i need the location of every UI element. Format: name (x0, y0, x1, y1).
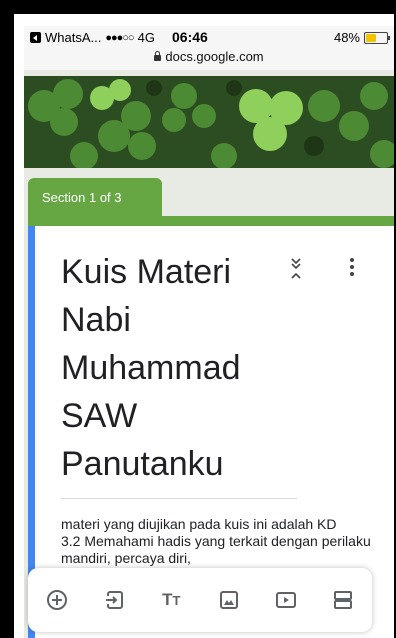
network-type: 4G (137, 30, 155, 45)
signal-strength-icon: ●●●○○ (105, 31, 134, 44)
battery-percent: 48% (333, 30, 360, 45)
status-bar: WhatsA... ●●●○○ 4G 06:46 48% (24, 26, 394, 48)
section-accent-bar (28, 216, 394, 226)
import-questions-button[interactable] (99, 585, 129, 615)
back-to-app-icon[interactable] (30, 32, 41, 43)
clover-image (24, 76, 394, 168)
add-image-button[interactable] (214, 585, 244, 615)
add-question-button[interactable] (42, 585, 72, 615)
form-description[interactable]: materi yang diujikan pada kuis ini adala… (61, 516, 391, 567)
add-video-button[interactable] (271, 585, 301, 615)
status-app-name[interactable]: WhatsA... (45, 30, 101, 45)
battery-icon (364, 31, 390, 44)
section-tab: Section 1 of 3 (28, 178, 162, 218)
title-divider (61, 498, 297, 499)
more-options-icon[interactable] (349, 258, 355, 278)
form-toolbar: TT (28, 568, 372, 632)
add-section-button[interactable] (328, 585, 358, 615)
add-title-button[interactable]: TT (156, 585, 186, 615)
collapse-section-icon[interactable] (289, 256, 303, 282)
add-title-icon: TT (162, 590, 181, 609)
add-section-icon (334, 591, 353, 609)
import-question-icon (105, 591, 123, 609)
add-question-icon (46, 590, 67, 610)
header-image-clover (24, 76, 394, 168)
phone-screen: WhatsA... ●●●○○ 4G 06:46 48% docs.google… (24, 26, 394, 638)
url-bar[interactable]: docs.google.com (24, 48, 394, 70)
lock-icon (154, 50, 162, 61)
form-title[interactable]: Kuis Materi Nabi Muhammad SAW Panutanku (61, 248, 261, 488)
add-image-icon (219, 591, 238, 609)
add-video-icon (275, 592, 296, 608)
status-time: 06:46 (172, 29, 208, 45)
url-text: docs.google.com (165, 49, 264, 64)
